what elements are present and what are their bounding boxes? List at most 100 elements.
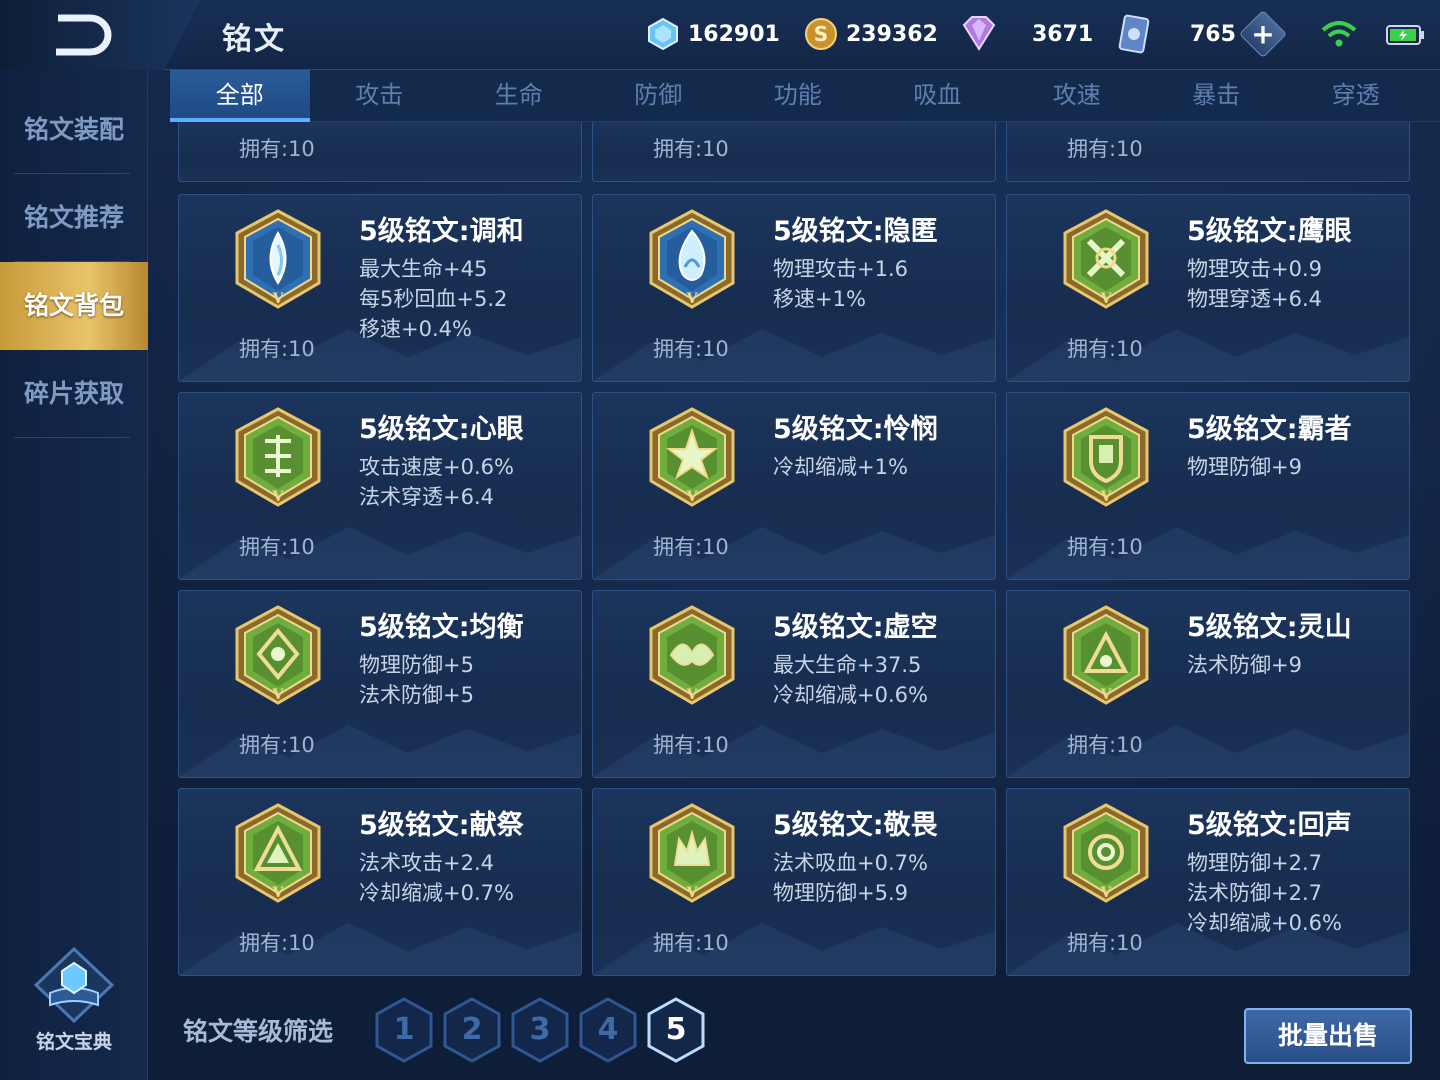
inscription-stat: 每5秒回血+5.2 (359, 287, 508, 311)
level-filter-2[interactable]: 2 (442, 996, 502, 1064)
inscription-card[interactable]: V 5级铭文:怜悯 冷却缩减+1% 拥有:10 (592, 392, 996, 580)
gold-counter: S 239362 (804, 12, 938, 56)
inscription-name: 5级铭文:均衡 (359, 612, 524, 643)
inscription-stat: 法术吸血+0.7% (773, 851, 928, 875)
owned-count: 拥有:10 (1067, 931, 1143, 955)
tab-health[interactable]: 生命 (449, 70, 589, 122)
owned-count: 拥有:10 (1067, 337, 1143, 361)
inscription-emblem-icon: V (1063, 605, 1149, 705)
inscription-name: 5级铭文:灵山 (1187, 612, 1352, 643)
inscription-stat: 法术防御+5 (359, 683, 474, 707)
purple-gem-icon (962, 16, 996, 51)
inscription-card[interactable]: V 5级铭文:鹰眼 物理攻击+0.9 物理穿透+6.4 拥有:10 (1006, 194, 1410, 382)
level-filter-3[interactable]: 3 (510, 996, 570, 1064)
svg-text:V: V (686, 291, 699, 307)
coupon-card-icon (1118, 14, 1150, 54)
inscription-name: 5级铭文:隐匿 (773, 216, 938, 247)
inscription-name: 5级铭文:献祭 (359, 810, 524, 841)
codex-label: 铭文宝典 (35, 1031, 112, 1053)
owned-count: 拥有:10 (1067, 137, 1143, 161)
inscription-stat: 冷却缩减+0.6% (1187, 911, 1342, 935)
sidebar-item-recommend[interactable]: 铭文推荐 (0, 174, 148, 262)
inscription-card[interactable]: V 5级铭文:虚空 最大生命+37.5 冷却缩减+0.6% 拥有:10 (592, 590, 996, 778)
inscription-stat: 最大生命+45 (359, 257, 488, 281)
inscription-stat: 法术攻击+2.4 (359, 851, 494, 875)
sidebar-item-loadout[interactable]: 铭文装配 (0, 86, 148, 174)
svg-text:V: V (1100, 885, 1113, 901)
back-button[interactable] (0, 0, 200, 70)
tab-attack[interactable]: 攻击 (310, 70, 450, 122)
tab-defense[interactable]: 防御 (589, 70, 729, 122)
inscription-name: 5级铭文:调和 (359, 216, 524, 247)
tab-critical[interactable]: 暴击 (1147, 70, 1287, 122)
inscription-card[interactable]: V 5级铭文:霸者物理防御+9 拥有:10 (1006, 392, 1410, 580)
sidebar-item-inventory[interactable]: 铭文背包 (0, 262, 148, 350)
inscription-name: 5级铭文:霸者 (1187, 414, 1352, 445)
inscription-stat: 攻击速度+0.6% (359, 455, 514, 479)
svg-text:V: V (272, 489, 285, 505)
inscription-stat: 移速+1% (773, 287, 866, 311)
inscription-stat: 物理防御+9 (1187, 455, 1302, 479)
inscription-card-partial[interactable]: 拥有:10 (592, 122, 996, 182)
inscription-name: 5级铭文:鹰眼 (1187, 216, 1352, 247)
inscription-card[interactable]: V 5级铭文:调和 最大生命+45 每5秒回血+5.2 移速+0.4% 拥有:10 (178, 194, 582, 382)
level-number: 4 (597, 1012, 619, 1047)
inscription-stat: 冷却缩减+1% (773, 455, 908, 479)
inscription-card[interactable]: V 5级铭文:敬畏 法术吸血+0.7% 物理防御+5.9 拥有:10 (592, 788, 996, 976)
owned-count: 拥有:10 (239, 535, 315, 559)
gem-counter: 3671 (958, 12, 1093, 56)
page-title: 铭文 (222, 22, 286, 57)
inscription-card[interactable]: V 5级铭文:均衡 物理防御+5 法术防御+5 拥有:10 (178, 590, 582, 778)
inscription-emblem-icon: V (649, 803, 735, 903)
inscription-card[interactable]: V 5级铭文:回声 物理防御+2.7 法术防御+2.7 冷却缩减+0.6% 拥有:10 (1006, 788, 1410, 976)
svg-text:V: V (1100, 687, 1113, 703)
bulk-sell-button[interactable]: 批量出售 (1244, 1008, 1412, 1064)
level-number: 1 (393, 1012, 415, 1047)
level-filter-4[interactable]: 4 (578, 996, 638, 1064)
sidebar-item-fragments[interactable]: 碎片获取 (0, 350, 148, 438)
inscription-stat: 物理防御+5.9 (773, 881, 908, 905)
owned-count: 拥有:10 (1067, 535, 1143, 559)
codex-book-icon (33, 946, 115, 1024)
inscription-stat: 移速+0.4% (359, 317, 472, 341)
add-coupon-button[interactable]: + (1238, 9, 1287, 59)
owned-count: 拥有:10 (653, 931, 729, 955)
svg-text:V: V (1100, 291, 1113, 307)
tab-lifesteal[interactable]: 吸血 (868, 70, 1008, 122)
inscription-stat: 法术防御+2.7 (1187, 881, 1322, 905)
sidebar: 铭文装配 铭文推荐 铭文背包 碎片获取 铭文宝典 (0, 70, 148, 1080)
codex-button[interactable]: 铭文宝典 (20, 945, 128, 1055)
coupon-counter: 765 + (1118, 9, 1287, 59)
top-bar: 铭文 162901 S 239362 3671 765 + (0, 0, 1440, 70)
plus-icon: + (1251, 17, 1275, 51)
inscription-stat: 物理防御+5 (359, 653, 474, 677)
level-filter-5[interactable]: 5 (646, 996, 706, 1064)
tab-all[interactable]: 全部 (170, 70, 310, 122)
svg-text:V: V (272, 291, 285, 307)
tab-attack-speed[interactable]: 攻速 (1007, 70, 1147, 122)
inscription-stat: 最大生命+37.5 (773, 653, 922, 677)
inscription-emblem-icon: V (235, 605, 321, 705)
owned-count: 拥有:10 (239, 931, 315, 955)
diamond-value: 162901 (688, 21, 780, 47)
inscription-card-partial[interactable]: 拥有:10 (1006, 122, 1410, 182)
inscription-card[interactable]: V 5级铭文:隐匿 物理攻击+1.6 移速+1% 拥有:10 (592, 194, 996, 382)
owned-count: 拥有:10 (653, 535, 729, 559)
inscription-emblem-icon: V (235, 209, 321, 309)
tab-utility[interactable]: 功能 (728, 70, 868, 122)
inscription-stat: 法术防御+9 (1187, 653, 1302, 677)
level-number: 5 (665, 1012, 687, 1047)
inscription-card[interactable]: V 5级铭文:心眼 攻击速度+0.6% 法术穿透+6.4 拥有:10 (178, 392, 582, 580)
level-filter-1[interactable]: 1 (374, 996, 434, 1064)
inscription-card-partial[interactable]: 拥有:10 (178, 122, 582, 182)
tab-penetration[interactable]: 穿透 (1286, 70, 1426, 122)
diamond-counter: 162901 (646, 12, 780, 56)
inscription-emblem-icon: V (235, 803, 321, 903)
inscription-emblem-icon: V (649, 209, 735, 309)
inscription-emblem-icon: V (1063, 407, 1149, 507)
inscription-stat: 物理穿透+6.4 (1187, 287, 1322, 311)
owned-count: 拥有:10 (653, 337, 729, 361)
inscription-card[interactable]: V 5级铭文:灵山 法术防御+9 拥有:10 (1006, 590, 1410, 778)
svg-text:V: V (686, 885, 699, 901)
inscription-card[interactable]: V 5级铭文:献祭 法术攻击+2.4 冷却缩减+0.7% 拥有:10 (178, 788, 582, 976)
